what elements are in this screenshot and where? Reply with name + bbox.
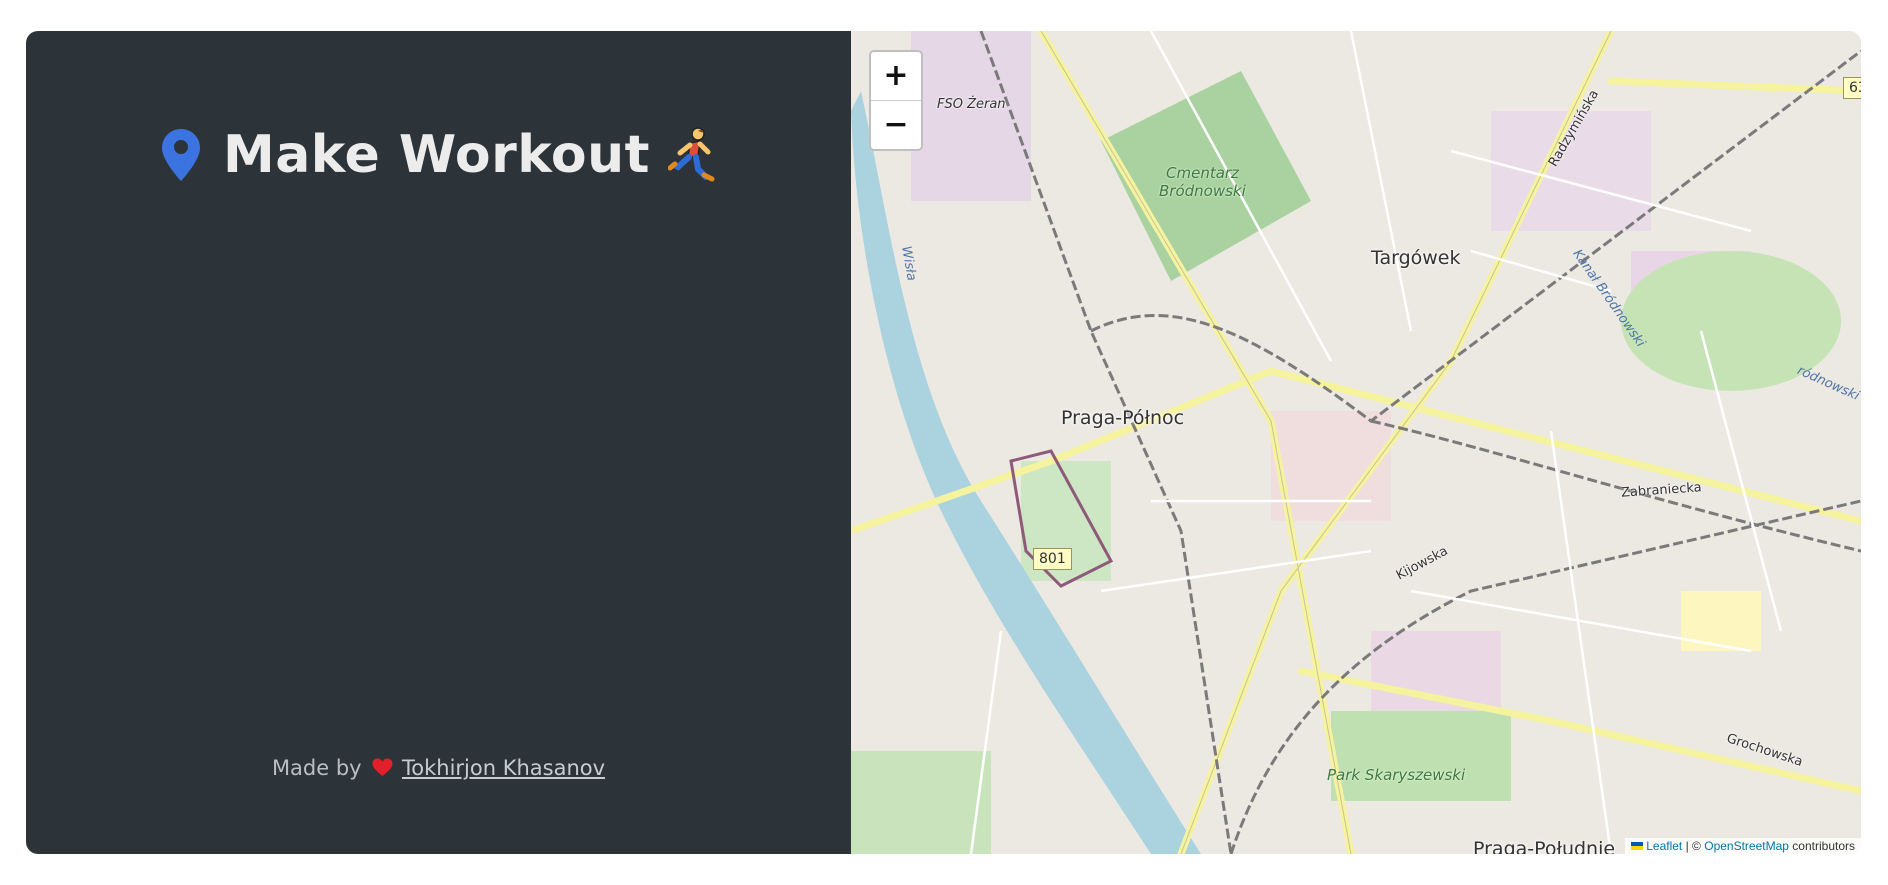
zoom-out-button[interactable]: −: [871, 100, 921, 149]
label-praga-poludnie: Praga-Południe: [1473, 838, 1616, 854]
map-attribution: Leaflet | © OpenStreetMap contributors: [1625, 838, 1861, 854]
map[interactable]: Targówek Praga-Północ Praga-Południe Cme…: [851, 31, 1861, 854]
road-shield-63: 63: [1843, 77, 1861, 99]
zoom-control: + −: [869, 50, 923, 151]
label-cmentarz-2: Bródnowski: [1159, 182, 1246, 200]
app-title-text: Make Workout: [222, 125, 651, 185]
made-by-label: Made by: [271, 756, 362, 780]
author-link[interactable]: Tokhirjon Khasanov: [402, 756, 605, 780]
label-park: Park Skaryszewski: [1327, 766, 1466, 784]
app-title: Make Workout: [26, 125, 851, 185]
footer: Made by Tokhirjon Khasanov: [26, 756, 851, 780]
label-fso: FSO Żeran: [937, 97, 1006, 112]
map-pin-icon: [161, 129, 200, 181]
label-praga-polnoc: Praga-Północ: [1061, 407, 1185, 429]
label-targowek: Targówek: [1371, 247, 1461, 269]
leaflet-link[interactable]: Leaflet: [1646, 839, 1682, 853]
map-tiles[interactable]: [851, 31, 1861, 854]
road-shield-801: 801: [1033, 548, 1072, 570]
sidebar: Make Workout Made by Tokhirjon Khasanov: [26, 31, 851, 854]
attribution-contributors: contributors: [1792, 839, 1855, 853]
zoom-in-button[interactable]: +: [871, 52, 921, 100]
app-container: Make Workout Made by Tokhirjon Khasanov: [26, 31, 1861, 854]
label-cmentarz-1: Cmentarz: [1166, 164, 1239, 182]
heart-icon: [372, 758, 393, 776]
ukraine-flag-icon: [1631, 842, 1644, 850]
person-running-emoji: [668, 127, 715, 182]
osm-link[interactable]: OpenStreetMap: [1704, 839, 1789, 853]
attribution-separator: | ©: [1685, 839, 1701, 853]
